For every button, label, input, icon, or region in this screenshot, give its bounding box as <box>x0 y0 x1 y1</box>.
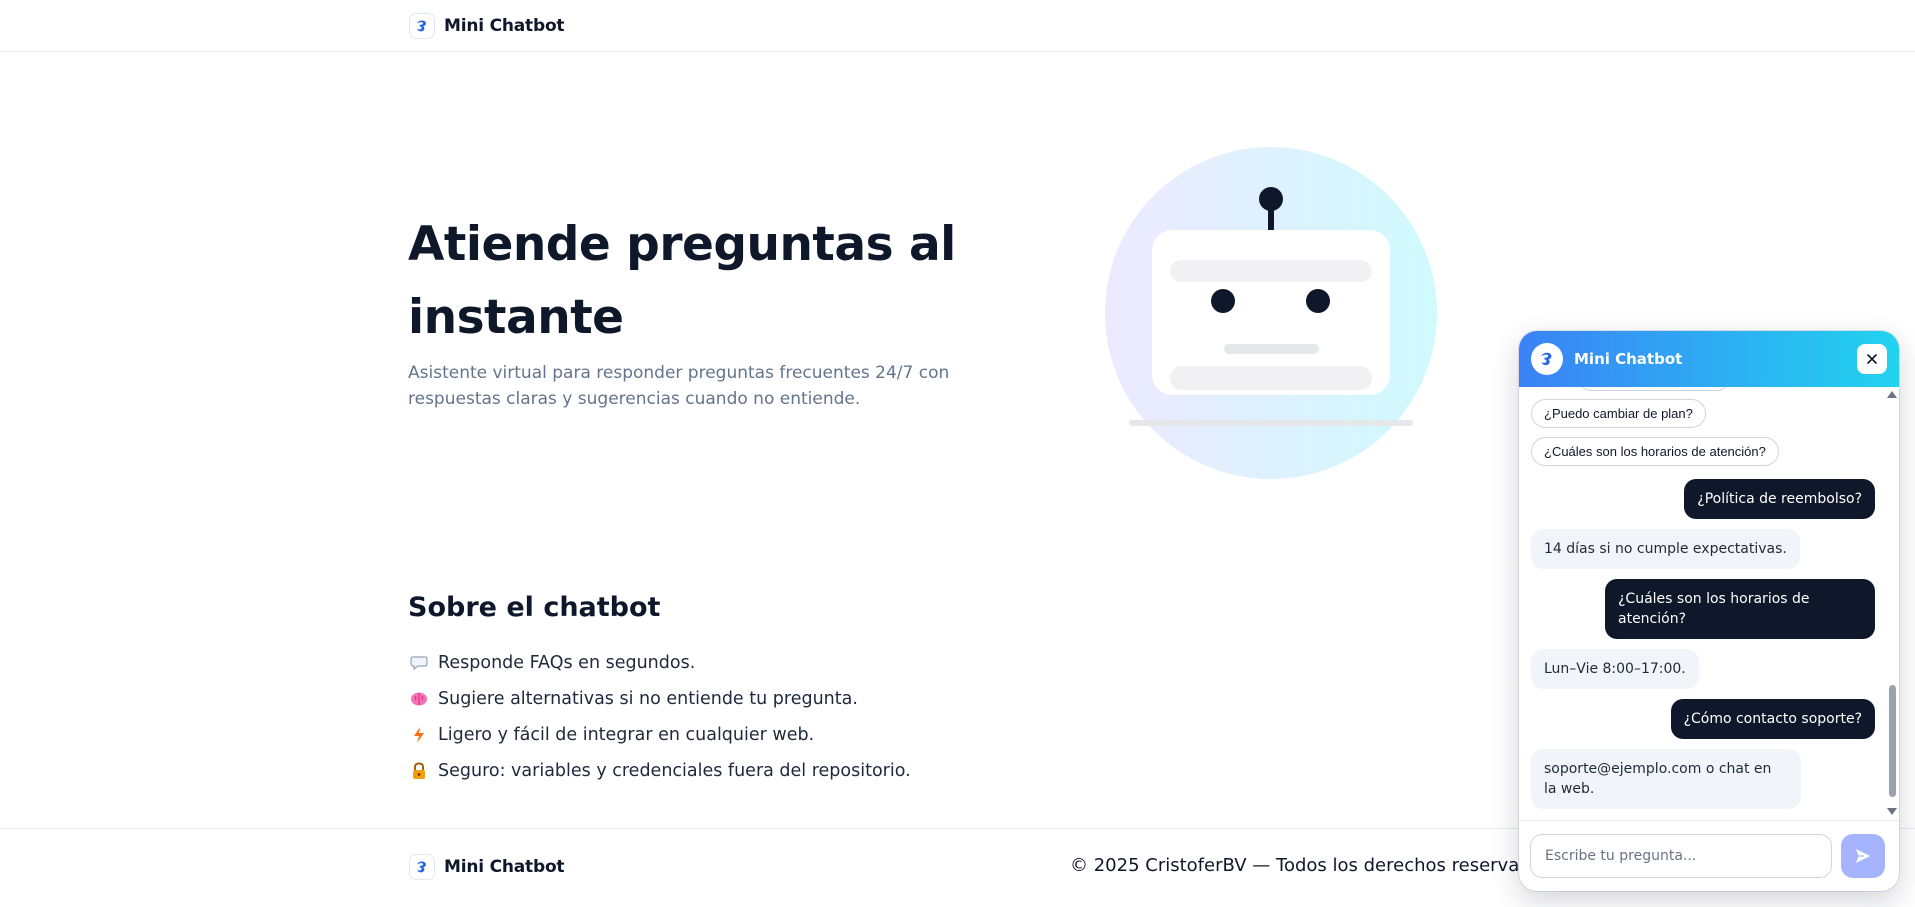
brand-name: Mini Chatbot <box>444 16 565 36</box>
scroll-down-arrow-icon[interactable] <box>1887 808 1897 815</box>
chatbot-logo-icon <box>409 854 435 880</box>
hero-subtitle: Asistente virtual para responder pregunt… <box>408 363 950 409</box>
bot-message: 14 días si no cumple expectativas. <box>1531 529 1800 569</box>
suggestion-chip[interactable]: ¿Cuáles son los horarios de atención? <box>1531 437 1779 466</box>
user-message: ¿Política de reembolso? <box>1684 479 1875 519</box>
user-message: ¿Cómo contacto soporte? <box>1670 699 1875 739</box>
copyright-text: © 2025 CristoferBV — Todos los derechos … <box>1070 855 1557 876</box>
lightning-icon <box>408 724 430 746</box>
chat-input[interactable] <box>1530 834 1832 878</box>
close-chat-button[interactable] <box>1857 344 1887 374</box>
feature-item: Ligero y fácil de integrar en cualquier … <box>408 717 911 753</box>
top-navbar: Mini Chatbot <box>0 0 1915 52</box>
message-list: ¿Política de reembolso? 14 días si no cu… <box>1531 479 1875 819</box>
feature-text: Ligero y fácil de integrar en cualquier … <box>438 725 815 745</box>
bot-message: Lun–Vie 8:00–17:00. <box>1531 649 1699 689</box>
feature-list: Responde FAQs en segundos. Sugiere alter… <box>408 645 911 789</box>
brain-icon <box>408 688 430 710</box>
header-brand[interactable]: Mini Chatbot <box>409 13 565 39</box>
feature-text: Sugiere alternativas si no entiende tu p… <box>438 689 858 709</box>
feature-item: Seguro: variables y credenciales fuera d… <box>408 753 911 789</box>
feature-item: Sugiere alternativas si no entiende tu p… <box>408 681 911 717</box>
scrollbar-thumb[interactable] <box>1889 685 1896 797</box>
chat-scrollbar[interactable] <box>1887 391 1897 815</box>
footer-brand[interactable]: Mini Chatbot <box>409 854 565 880</box>
bot-message: soporte@ejemplo.com o chat en la web. <box>1531 749 1801 809</box>
speech-bubble-icon <box>408 652 430 674</box>
robot-illustration <box>1105 147 1437 479</box>
feature-item: Responde FAQs en segundos. <box>408 645 911 681</box>
user-message: ¿Cuáles son los horarios de atención? <box>1605 579 1875 639</box>
send-icon <box>1856 849 1870 863</box>
close-icon <box>1867 354 1877 364</box>
chat-widget: Mini Chatbot ¿Puedo cambiar de plan? ¿Cu… <box>1519 331 1899 891</box>
hero-title: Atiende preguntas al instante <box>408 217 956 345</box>
feature-text: Responde FAQs en segundos. <box>438 653 696 673</box>
chat-composer <box>1519 820 1899 891</box>
suggestion-chip-partial <box>1579 387 1729 391</box>
about-title: Sobre el chatbot <box>408 592 661 623</box>
footer-brand-name: Mini Chatbot <box>444 857 565 877</box>
chat-title: Mini Chatbot <box>1574 350 1683 368</box>
suggestion-chip[interactable]: ¿Puedo cambiar de plan? <box>1531 399 1706 428</box>
chat-messages[interactable]: ¿Puedo cambiar de plan? ¿Cuáles son los … <box>1519 387 1899 819</box>
suggestion-chips: ¿Puedo cambiar de plan? ¿Cuáles son los … <box>1531 399 1779 466</box>
chatbot-avatar-icon <box>1531 343 1563 375</box>
lock-icon <box>408 760 430 782</box>
scroll-up-arrow-icon[interactable] <box>1887 391 1897 398</box>
feature-text: Seguro: variables y credenciales fuera d… <box>438 761 911 781</box>
chatbot-logo-icon <box>409 13 435 39</box>
send-button[interactable] <box>1841 834 1885 878</box>
chat-header: Mini Chatbot <box>1519 331 1899 387</box>
